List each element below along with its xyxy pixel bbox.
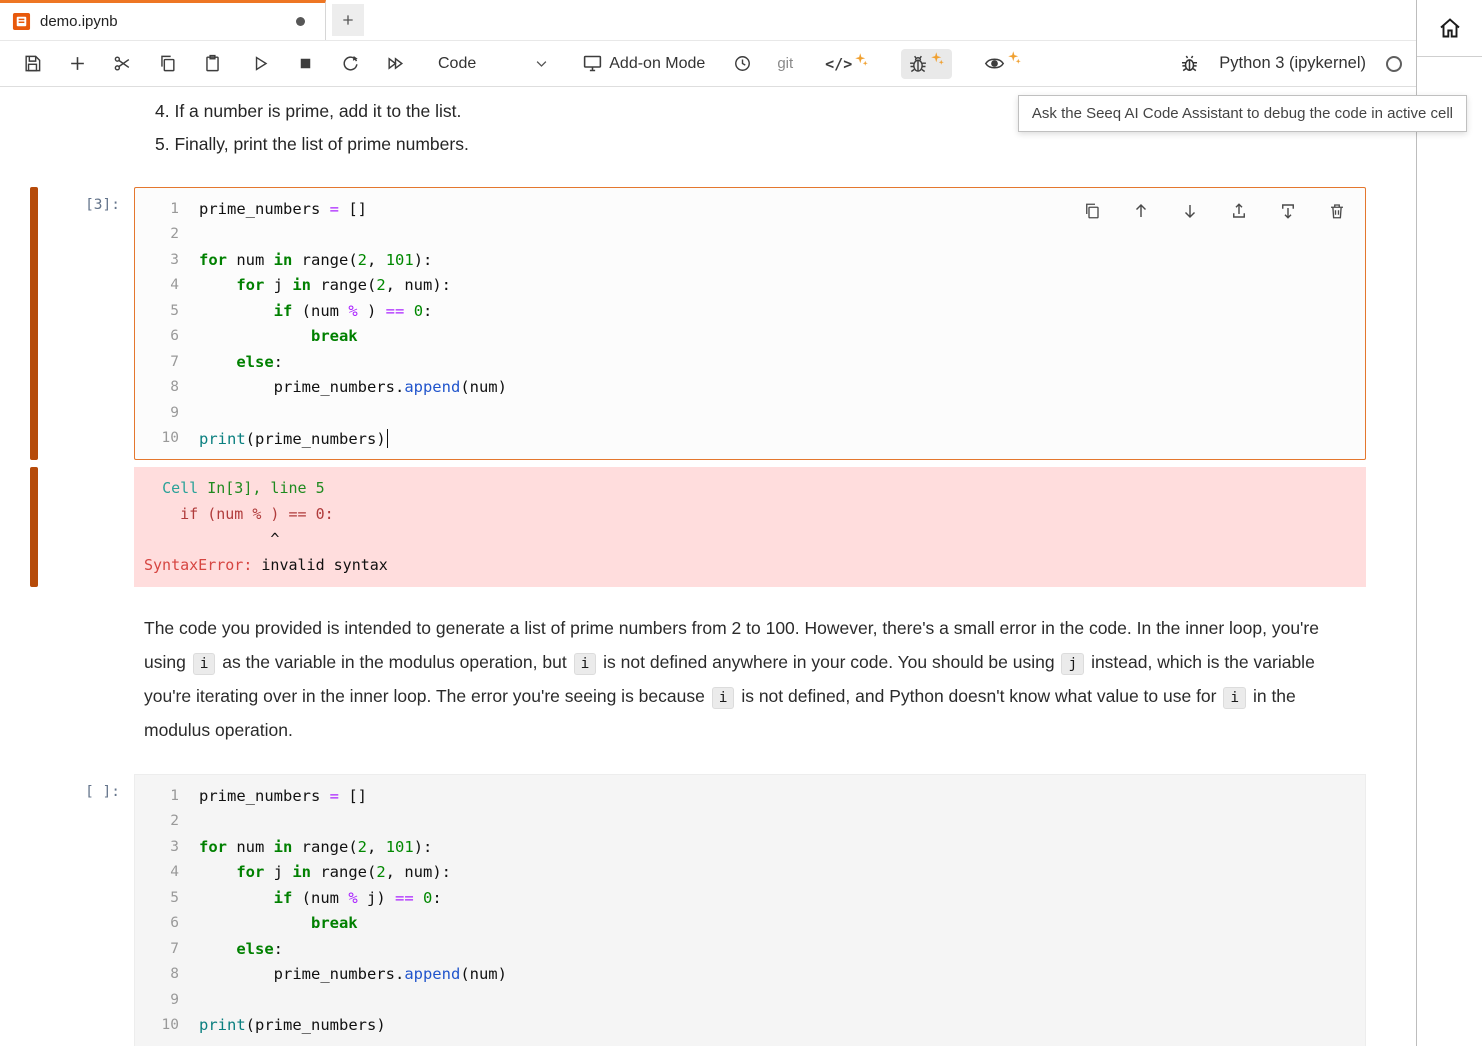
code-icon: </> <box>825 55 852 73</box>
bug-icon <box>1180 54 1199 73</box>
notebook-toolbar: Code Add-on Mode git </> <box>0 41 1416 87</box>
addon-mode-button[interactable]: Add-on Mode <box>582 53 705 74</box>
eye-icon <box>984 53 1005 74</box>
plus-icon <box>68 54 87 73</box>
side-panel-header <box>1417 0 1482 57</box>
home-button[interactable] <box>1437 15 1463 41</box>
toolbar-right: Python 3 (ipykernel) <box>1179 53 1402 75</box>
ai-explain-button[interactable] <box>977 48 1029 79</box>
inline-code: i <box>574 653 597 675</box>
insert-cell-button[interactable] <box>67 53 87 75</box>
inline-code: i <box>1223 687 1246 709</box>
copy-cells-button[interactable] <box>157 53 177 75</box>
restart-icon <box>341 54 360 73</box>
error-output: Cell In[3], line 5 if (num % ) == 0: ^Sy… <box>0 467 1416 587</box>
side-panel <box>1417 0 1482 1046</box>
paste-cells-button[interactable] <box>202 53 222 75</box>
inline-code: i <box>193 653 216 675</box>
chevron-down-icon <box>534 56 549 71</box>
bug-icon <box>908 54 928 74</box>
tab-title: demo.ipynb <box>40 13 118 30</box>
git-button[interactable]: git <box>777 55 793 72</box>
move-cell-up-button[interactable] <box>1131 200 1151 222</box>
debugger-button[interactable] <box>1179 53 1199 75</box>
insert-cell-below-button[interactable] <box>1278 200 1298 222</box>
save-button[interactable] <box>22 53 42 75</box>
insert-cell-below-icon <box>1279 202 1297 220</box>
inline-code: j <box>1061 653 1084 675</box>
plus-icon <box>340 12 356 28</box>
code-editor[interactable]: 1prime_numbers = []23for num in range(2,… <box>134 774 1366 1046</box>
tab-demo-ipynb[interactable]: demo.ipynb <box>0 0 326 40</box>
code-lines[interactable]: 1prime_numbers = []23for num in range(2,… <box>135 196 1365 451</box>
copy-icon <box>158 54 177 73</box>
new-tab-button[interactable] <box>332 4 364 36</box>
cell-type-label: Code <box>438 55 476 73</box>
spacer <box>38 467 134 587</box>
markdown-list-item: 5. Finally, print the list of prime numb… <box>155 128 1416 161</box>
scissors-icon <box>113 54 132 73</box>
restart-kernel-button[interactable] <box>340 53 360 75</box>
sparkle-icon <box>854 52 869 67</box>
execution-count: [3]: <box>38 187 134 460</box>
app-window: demo.ipynb <box>0 0 1482 1046</box>
move-cell-down-icon <box>1181 202 1199 220</box>
ai-generate-code-button[interactable]: </> <box>818 50 876 78</box>
inline-code: i <box>712 687 735 709</box>
clipboard-icon <box>203 54 222 73</box>
clock-icon <box>733 54 752 73</box>
checkpoint-button[interactable] <box>732 53 752 75</box>
notebook-panel: demo.ipynb <box>0 0 1417 1046</box>
insert-cell-above-icon <box>1230 202 1248 220</box>
code-cell-fixed[interactable]: [ ]: 1prime_numbers = []23for num in ran… <box>0 774 1416 1046</box>
ai-debug-button[interactable] <box>901 49 952 79</box>
restart-run-all-button[interactable] <box>385 53 405 75</box>
stop-icon <box>296 54 315 73</box>
execution-count: [ ]: <box>38 774 134 1046</box>
interrupt-kernel-button[interactable] <box>295 53 315 75</box>
ai-explanation: The code you provided is intended to gen… <box>144 611 1352 747</box>
sparkle-icon <box>1007 50 1022 65</box>
cell-toolbar <box>1082 200 1347 222</box>
duplicate-cell-button[interactable] <box>1082 200 1102 222</box>
notebook-content[interactable]: 4. If a number is prime, add it to the l… <box>0 87 1416 1046</box>
home-icon <box>1438 16 1462 40</box>
delete-cell-icon <box>1328 202 1346 220</box>
output-collapser[interactable] <box>30 467 38 587</box>
move-cell-up-icon <box>1132 202 1150 220</box>
code-editor[interactable]: 1prime_numbers = []23for num in range(2,… <box>134 187 1366 460</box>
move-cell-down-button[interactable] <box>1180 200 1200 222</box>
traceback: Cell In[3], line 5 if (num % ) == 0: ^Sy… <box>134 467 1366 587</box>
text-cursor <box>387 429 389 448</box>
notebook-file-icon <box>12 12 31 31</box>
run-cell-button[interactable] <box>250 53 270 75</box>
code-lines[interactable]: 1prime_numbers = []23for num in range(2,… <box>135 783 1365 1038</box>
cut-cells-button[interactable] <box>112 53 132 75</box>
kernel-name[interactable]: Python 3 (ipykernel) <box>1219 54 1366 73</box>
spacer <box>0 747 1416 774</box>
monitor-icon <box>582 53 603 74</box>
delete-cell-button[interactable] <box>1327 200 1347 222</box>
unsaved-indicator <box>296 17 305 26</box>
cell-type-dropdown[interactable]: Code <box>438 55 549 73</box>
play-icon <box>251 54 270 73</box>
duplicate-cell-icon <box>1083 202 1101 220</box>
insert-cell-above-button[interactable] <box>1229 200 1249 222</box>
cell-collapser[interactable] <box>30 187 38 460</box>
code-cell-active[interactable]: [3]: <box>0 187 1416 460</box>
addon-mode-label: Add-on Mode <box>609 55 705 73</box>
tooltip: Ask the Seeq AI Code Assistant to debug … <box>1018 95 1467 132</box>
tab-bar: demo.ipynb <box>0 0 1416 41</box>
fast-forward-icon <box>386 54 405 73</box>
kernel-status-indicator[interactable] <box>1386 56 1402 72</box>
sparkle-icon <box>930 51 945 66</box>
spacer <box>0 161 1416 187</box>
